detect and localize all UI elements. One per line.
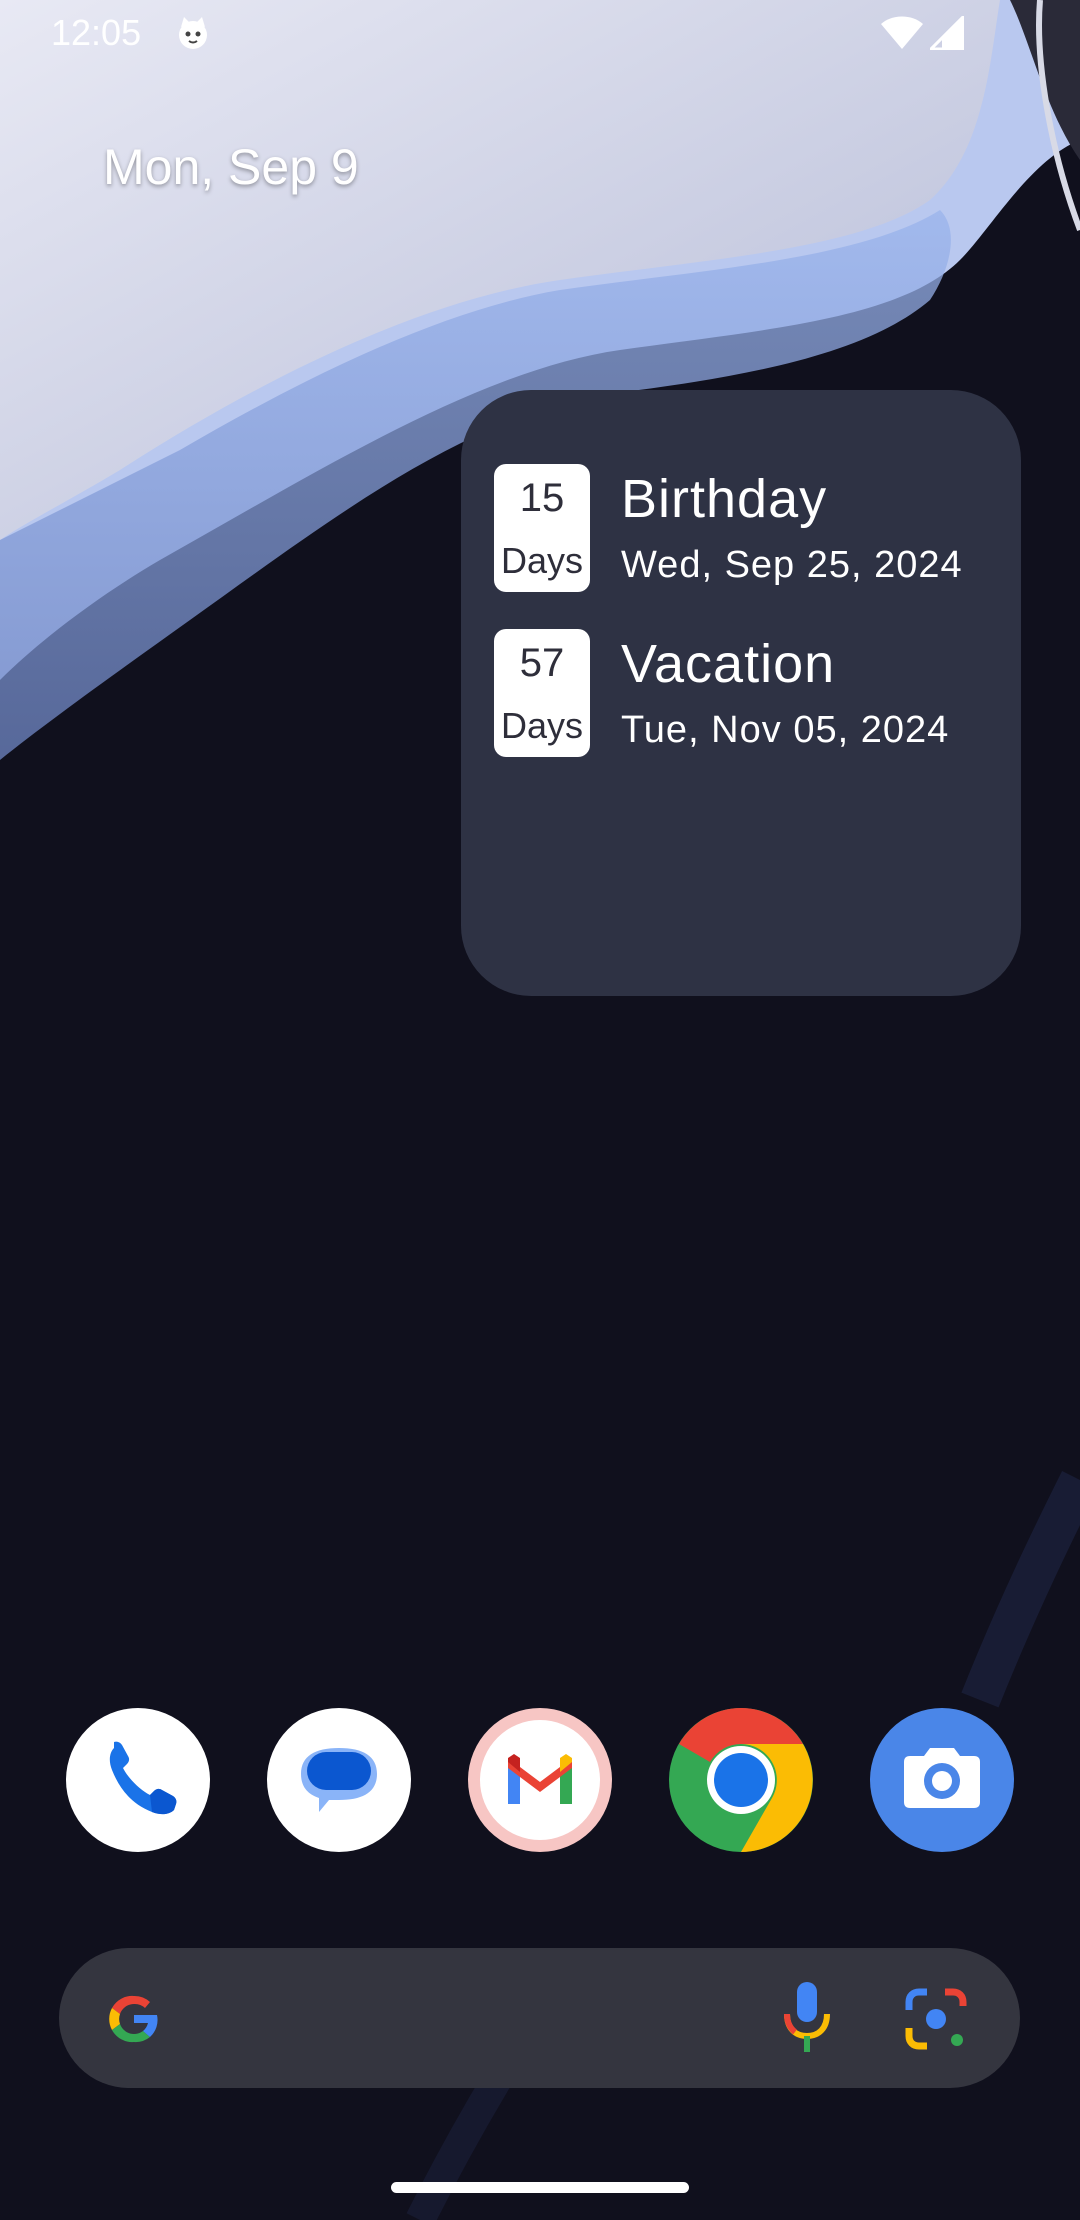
google-lens-icon[interactable] [901,1984,971,2054]
camera-app-icon[interactable] [870,1708,1014,1852]
wallpaper [0,0,1080,2220]
days-count: 57 [519,641,565,685]
countdown-event[interactable]: 57 Days Vacation Tue, Nov 05, 2024 [494,629,1014,759]
cell-signal-icon [927,13,965,51]
days-unit: Days [500,705,584,746]
days-remaining-badge: 57 Days [494,629,590,757]
google-g-icon [99,1984,169,2054]
messages-app-icon[interactable] [267,1708,411,1852]
cat-face-icon [174,14,212,52]
gmail-app-icon[interactable] [468,1708,612,1852]
microphone-icon[interactable] [777,1978,837,2058]
status-time: 12:05 [51,12,142,53]
home-date[interactable]: Mon, Sep 9 [103,138,359,196]
event-date: Tue, Nov 05, 2024 [621,709,950,751]
event-title: Vacation [621,634,836,694]
wifi-icon [880,16,924,50]
chrome-app-icon[interactable] [669,1708,813,1852]
days-remaining-badge: 15 Days [494,464,590,592]
phone-app-icon[interactable] [66,1708,210,1852]
days-count: 15 [519,476,565,520]
app-dock [0,1708,1080,1856]
days-unit: Days [500,540,584,581]
event-title: Birthday [621,469,828,529]
countdown-widget[interactable]: 15 Days Birthday Wed, Sep 25, 2024 57 Da… [461,390,1021,996]
event-date: Wed, Sep 25, 2024 [621,544,963,586]
status-bar: 12:05 [0,0,1080,66]
countdown-event[interactable]: 15 Days Birthday Wed, Sep 25, 2024 [494,464,1014,594]
google-search-bar[interactable] [59,1948,1020,2088]
gesture-nav-handle[interactable] [391,2182,689,2193]
